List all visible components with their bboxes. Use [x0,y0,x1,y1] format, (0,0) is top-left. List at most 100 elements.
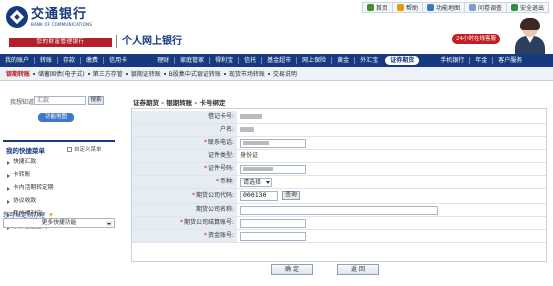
nav-wealth[interactable]: 理财 [152,54,174,67]
quick-menu-title: 我的快捷菜单 [6,147,45,155]
subnav-bank-futures[interactable]: 银期转账 [3,69,33,78]
confirm-button[interactable]: 确 定 [271,264,313,275]
quick-item-remittance[interactable]: 快捷汇款 [7,156,54,169]
slogan: 您的财富管理银行 [9,38,112,47]
top-link-map[interactable]: 功能地图 [421,2,464,13]
quick-item-agreement-collect[interactable]: 协议收款 [7,195,54,208]
nav-transfer[interactable]: 转账 [35,54,57,67]
bullet-icon [7,173,10,178]
main-nav: 我的账户 转账 存款 缴费 信用卡 理财 家庭管家 得利宝 信托 基金超市 网上… [0,54,553,67]
nav-securities[interactable]: 证券期货 [385,56,420,65]
logout-icon [510,4,518,11]
top-link-home[interactable]: 首页 [361,2,392,13]
top-links: 首页 帮助 功能地图 问卷调查 安全退出 [361,2,549,13]
nav-forex[interactable]: 外汇宝 [355,54,383,67]
row-fund-account: *资金账号: [132,230,546,243]
row-currency: *币种: 请选择 [132,176,546,189]
bank-logo[interactable]: 交通银行 BANK OF COMMUNICATIONS [6,6,92,28]
search-input[interactable] [34,96,86,105]
quick-item-demand-to-fixed[interactable]: 卡内活期转定期 [7,182,54,195]
nav-delibao[interactable]: 得利宝 [210,54,238,67]
site-title: 个人网上银行 [116,35,182,48]
fund-account-input[interactable] [240,232,306,241]
quick-item-card-transfer[interactable]: 卡转账 [7,169,54,182]
nav-fund[interactable]: 基金超市 [262,54,296,67]
home-icon [366,4,374,11]
nav-gold[interactable]: 黄金 [332,54,354,67]
service-agent-avatar [512,18,548,54]
back-button[interactable]: 返 回 [337,264,379,275]
form-actions: 确 定 返 回 [131,264,547,276]
quick-menu-panel: 我的快捷菜单 自定义菜单 快捷汇款 卡转账 卡内活期转定期 协议收款 我的得利宝… [3,140,115,260]
search-button[interactable]: 搜索 [88,96,104,105]
row-id-number: *证件号码: [132,163,546,176]
futures-code-input[interactable]: 000130 [240,191,278,201]
bank-logo-icon [6,6,28,28]
row-debit-card: 借记卡号: [132,111,546,124]
nav-service[interactable]: 客户服务 [493,54,527,67]
card-binding-form: 借记卡号: 户名: *联系电话: 证件类型: 身份证 *证件号码: *币种: 请… [131,108,547,262]
row-futures-code: *期货公司代码: 000130 查询 [132,189,546,204]
custom-menu-link[interactable]: 自定义菜单 [67,145,102,153]
bullet-icon [7,186,10,191]
value-debit-card [240,111,262,123]
label-futures-code: *期货公司代码: [132,189,237,203]
value-id-type: 身份证 [240,152,259,159]
nav-payment[interactable]: 缴费 [81,54,103,67]
page-title: 证券期货 - 银期转账 - 卡号绑定 [133,99,226,107]
row-id-type: 证件类型: 身份证 [132,150,546,163]
label-phone: *联系电话: [132,137,237,149]
nav-my-account[interactable]: 我的账户 [0,54,34,67]
id-number-input[interactable] [240,165,306,174]
top-link-survey[interactable]: 问卷调查 [463,2,506,13]
bullet-icon [7,160,10,165]
settlement-account-input[interactable] [240,219,306,228]
bank-name-en: BANK OF COMMUNICATIONS [31,21,92,27]
label-fund-account: *资金账号: [132,230,237,242]
label-settlement-account: *期货公司结算账号: [132,217,237,229]
chevron-down-icon [106,221,112,226]
query-button[interactable]: 查询 [282,191,300,200]
top-link-help[interactable]: 帮助 [391,2,422,13]
phone-input[interactable] [240,139,306,148]
top-link-logout[interactable]: 安全退出 [505,2,549,13]
nav-trust[interactable]: 信托 [239,54,261,67]
custom-menu-icon [67,146,72,152]
function-map-button[interactable]: 功能地图 [38,113,74,122]
subnav-b-share[interactable]: B股集中式银证转账 [166,69,224,78]
bullet-icon [7,199,10,204]
subnav-securities-transfer[interactable]: 银期证转账 [128,69,164,78]
label-account-name: 户名: [132,124,237,136]
nav-deposit[interactable]: 存款 [58,54,80,67]
left-sidebar: 我想知道: 搜索 功能地图 我的快捷菜单 自定义菜单 快捷汇款 卡转账 卡内活期… [0,84,118,286]
subnav-bonds[interactable]: 储蓄国债(电子式) [35,69,88,78]
online-service-badge[interactable]: 24小时在线客服 [452,34,500,44]
nav-family[interactable]: 家庭管家 [175,54,209,67]
label-currency: *币种: [132,176,237,188]
row-phone: *联系电话: [132,137,546,150]
subnav-custody[interactable]: 第三方存管 [90,69,126,78]
more-functions-select[interactable]: 更多快捷功能 [3,218,115,228]
nav-credit-card[interactable]: 信用卡 [104,54,132,67]
row-account-name: 户名: [132,124,546,137]
chevron-down-icon [266,181,270,184]
subnav-spot-market[interactable]: 现货市场转账 [226,69,268,78]
header: 交通银行 BANK OF COMMUNICATIONS 您的财富管理银行 个人网… [0,0,553,54]
futures-name-input[interactable] [240,206,438,215]
value-account-name [240,124,254,136]
survey-icon [468,4,476,11]
search-label: 我想知道: [10,99,37,106]
nav-mobile[interactable]: 手机银行 [435,54,469,67]
label-id-type: 证件类型: [132,150,237,162]
label-id-number: *证件号码: [132,163,237,175]
bank-name-cn: 交通银行 [31,6,88,22]
nav-annuity[interactable]: 年金 [470,54,492,67]
nav-insurance[interactable]: 网上保险 [297,54,331,67]
label-debit-card: 借记卡号: [132,111,237,123]
subnav-trading-info[interactable]: 交易说明 [270,69,300,78]
search-area: 我想知道: 搜索 功能地图 [4,96,114,130]
currency-select[interactable]: 请选择 [240,178,272,187]
label-futures-name: 期货公司名称: [132,204,237,216]
help-icon [396,4,404,11]
sub-nav: 银期转账 储蓄国债(电子式) 第三方存管 银期证转账 B股集中式银证转账 现货市… [0,67,553,81]
